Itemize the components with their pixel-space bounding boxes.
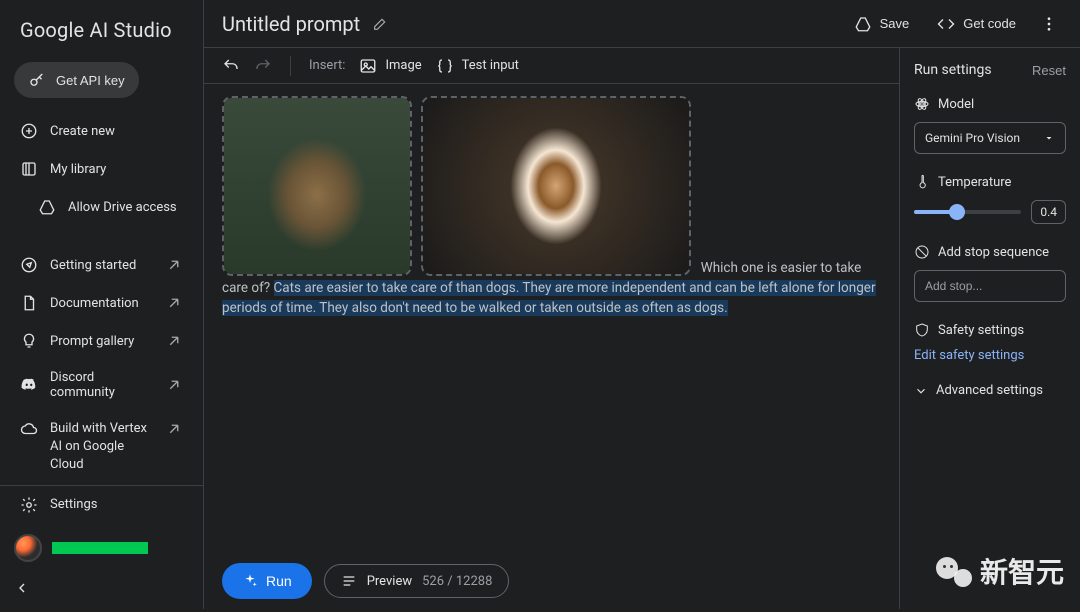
preview-label: Preview (367, 574, 412, 589)
lightbulb-icon (20, 332, 38, 350)
app-logo: Google AI Studio (0, 0, 203, 54)
doc-icon (20, 294, 38, 312)
model-label: Model (914, 96, 1066, 112)
sidebar-item-my-library[interactable]: My library (0, 150, 203, 188)
model-select[interactable]: Gemini Pro Vision (914, 122, 1066, 154)
test-input-label: Test input (462, 58, 519, 73)
prompt-gallery-label: Prompt gallery (50, 334, 134, 349)
reset-button[interactable]: Reset (1032, 63, 1066, 78)
edit-icon[interactable] (372, 16, 388, 32)
get-code-label: Get code (963, 16, 1016, 31)
library-icon (20, 160, 38, 178)
temperature-value[interactable]: 0.4 (1031, 200, 1066, 224)
advanced-label: Advanced settings (936, 383, 1043, 398)
run-settings-pane: Run settings Reset Model Gemini Pro Visi… (900, 48, 1080, 609)
stop-sequence-input[interactable] (914, 270, 1066, 302)
sidebar-item-prompt-gallery[interactable]: Prompt gallery (0, 322, 203, 360)
getting-started-label: Getting started (50, 258, 136, 273)
external-link-icon (165, 420, 183, 438)
sidebar-item-settings[interactable]: Settings (0, 486, 203, 524)
sidebar-item-create-new[interactable]: Create new (0, 112, 203, 150)
insert-label: Insert: (309, 58, 345, 73)
save-button[interactable]: Save (846, 9, 918, 39)
image-label: Image (385, 58, 421, 73)
get-api-key-button[interactable]: Get API key (14, 62, 139, 98)
shield-icon (914, 322, 930, 338)
discord-label: Discord community (50, 370, 153, 400)
my-library-label: My library (50, 162, 106, 177)
stop-sequence-label: Add stop sequence (914, 244, 1066, 260)
temperature-label: Temperature (914, 174, 1066, 190)
external-link-icon (165, 332, 183, 350)
advanced-settings-toggle[interactable]: Advanced settings (914, 383, 1066, 398)
collapse-sidebar-button[interactable] (0, 572, 203, 612)
safety-label: Safety settings (914, 322, 1066, 338)
editor-toolbar: Insert: Image Test input (204, 48, 899, 84)
redo-icon[interactable] (254, 57, 272, 75)
topbar: Untitled prompt Save Get code (204, 0, 1080, 48)
save-label: Save (880, 16, 910, 31)
settings-title: Run settings (914, 62, 992, 78)
sidebar-item-vertex[interactable]: Build with Vertex AI on Google Cloud (0, 410, 203, 485)
braces-icon (436, 57, 454, 75)
editor-pane: Insert: Image Test input Which one is ea… (204, 48, 900, 609)
image-thumbnail-cat[interactable] (222, 96, 412, 276)
sidebar-item-documentation[interactable]: Documentation (0, 284, 203, 322)
discord-icon (20, 376, 38, 394)
documentation-label: Documentation (50, 296, 139, 311)
chevron-left-icon (14, 580, 30, 596)
prompt-editor[interactable]: Which one is easier to take care of? Cat… (204, 84, 899, 553)
settings-label: Settings (50, 497, 97, 512)
preview-pill[interactable]: Preview 526 / 12288 (324, 564, 510, 598)
key-icon (28, 71, 46, 89)
vertex-label: Build with Vertex AI on Google Cloud (50, 420, 153, 475)
edit-safety-link[interactable]: Edit safety settings (914, 348, 1066, 363)
page-title: Untitled prompt (222, 12, 360, 36)
footer-bar: Run Preview 526 / 12288 (204, 553, 899, 609)
image-icon (359, 57, 377, 75)
model-response-text: Cats are easier to take care of than dog… (222, 280, 876, 316)
sidebar-item-getting-started[interactable]: Getting started (0, 246, 203, 284)
external-link-icon (165, 256, 183, 274)
user-row[interactable] (0, 524, 203, 572)
create-new-label: Create new (50, 124, 115, 139)
model-value: Gemini Pro Vision (925, 131, 1020, 145)
cloud-icon (20, 420, 38, 438)
insert-test-input-button[interactable]: Test input (436, 57, 519, 75)
api-key-label: Get API key (56, 73, 125, 88)
external-link-icon (165, 376, 183, 394)
more-menu-button[interactable] (1036, 11, 1062, 37)
drive-icon (38, 198, 56, 216)
image-thumbnail-dog[interactable] (421, 96, 691, 276)
sidebar-item-allow-drive[interactable]: Allow Drive access (0, 188, 203, 226)
compass-icon (20, 256, 38, 274)
token-count: 526 / 12288 (422, 574, 492, 589)
sparkle-icon (242, 573, 258, 589)
user-name-redacted (52, 542, 148, 554)
chevron-down-icon (1043, 132, 1055, 144)
allow-drive-label: Allow Drive access (68, 200, 177, 215)
chevron-down-icon (914, 384, 928, 398)
sidebar-item-discord[interactable]: Discord community (0, 360, 203, 410)
code-icon (937, 15, 955, 33)
atom-icon (914, 96, 930, 112)
drive-save-icon (854, 15, 872, 33)
insert-image-button[interactable]: Image (359, 57, 421, 75)
undo-icon[interactable] (222, 57, 240, 75)
run-label: Run (266, 573, 292, 589)
get-code-button[interactable]: Get code (929, 9, 1024, 39)
external-link-icon (165, 294, 183, 312)
list-icon (341, 573, 357, 589)
sidebar: Google AI Studio Get API key Create new … (0, 0, 204, 609)
avatar (14, 534, 42, 562)
gear-icon (20, 496, 38, 514)
stop-circle-icon (914, 244, 930, 260)
plus-circle-icon (20, 122, 38, 140)
more-vert-icon (1040, 15, 1058, 33)
temperature-slider[interactable] (914, 210, 1021, 214)
thermometer-icon (914, 174, 930, 190)
run-button[interactable]: Run (222, 563, 312, 599)
